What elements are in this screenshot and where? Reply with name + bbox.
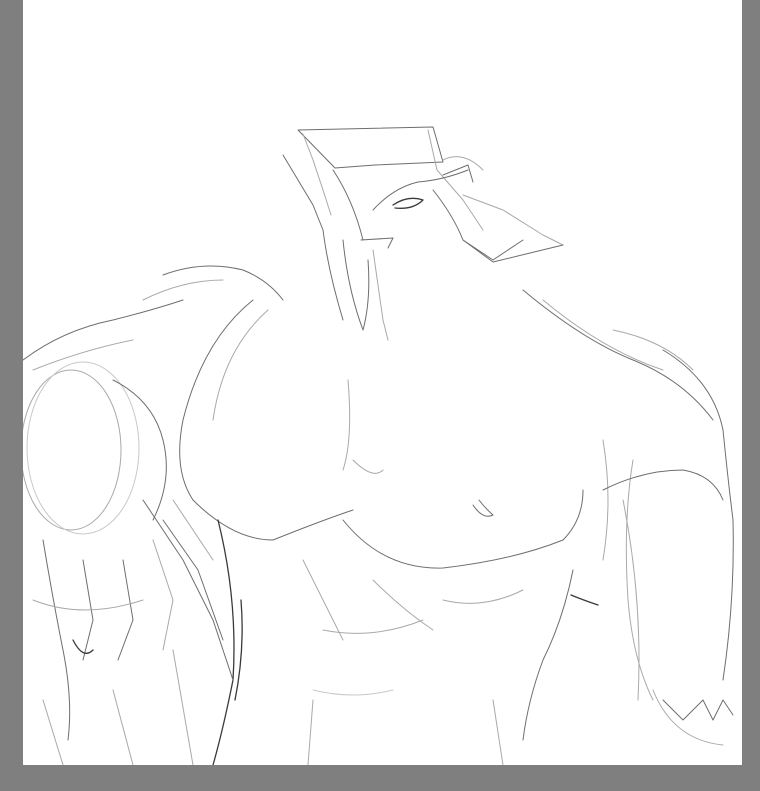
workspace-background [0,0,760,791]
sketch-right-arm [602,329,734,746]
sketch-artwork [23,126,734,765]
sketch-left-arm [23,265,284,765]
drawing-canvas[interactable] [23,0,742,765]
sketch-head [282,126,564,341]
sketch-torso [179,289,714,765]
